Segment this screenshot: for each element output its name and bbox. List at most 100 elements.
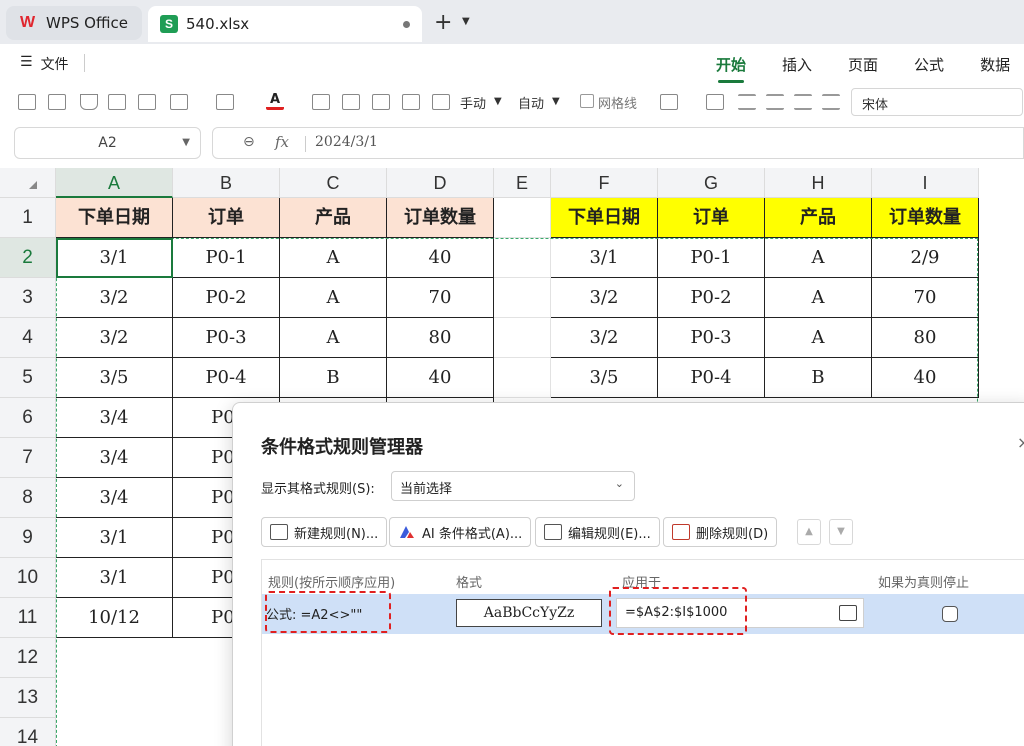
font-name-select[interactable]: 宋体 xyxy=(851,88,1023,116)
ai-format-label: AI 条件格式(A)... xyxy=(422,526,523,542)
formula-value[interactable]: 2024/3/1 xyxy=(315,134,378,150)
edit-rule-label: 编辑规则(E)... xyxy=(568,526,651,542)
select-all-corner[interactable] xyxy=(0,168,56,198)
table-header-cell[interactable]: 订单 xyxy=(658,198,765,238)
name-box[interactable]: A2 ▼ xyxy=(14,127,201,159)
table-header-cell[interactable]: 产品 xyxy=(280,198,387,238)
borders-icon[interactable] xyxy=(170,94,188,110)
row-header-11[interactable]: 11 xyxy=(0,598,56,638)
name-box-value: A2 xyxy=(98,135,117,151)
format-painter-icon[interactable] xyxy=(48,94,66,110)
row-header-12[interactable]: 12 xyxy=(0,638,56,678)
table-header-cell[interactable]: 订单数量 xyxy=(872,198,979,238)
conditional-format-rules-dialog: 条件格式规则管理器 × 显示其格式规则(S): 当前选择 ⌄ 新建规则(N)..… xyxy=(232,402,1024,746)
filter-icon[interactable] xyxy=(80,94,98,110)
empty-cell[interactable] xyxy=(494,198,551,238)
fill-color-icon[interactable] xyxy=(216,94,234,110)
new-rule-label: 新建规则(N)... xyxy=(294,526,379,542)
row-header-13[interactable]: 13 xyxy=(0,678,56,718)
wps-logo-icon: W xyxy=(20,14,36,31)
move-up-icon[interactable]: ▲ xyxy=(797,519,821,545)
gridlines-label: 网格线 xyxy=(598,97,638,112)
close-icon[interactable]: × xyxy=(1017,433,1024,452)
clear-format-icon[interactable] xyxy=(706,94,724,110)
font-color-icon[interactable]: A xyxy=(266,93,284,110)
row-header-3[interactable]: 3 xyxy=(0,278,56,318)
formula-input[interactable]: ⊖ fx 2024/3/1 xyxy=(212,127,1024,159)
conditional-format-icon[interactable] xyxy=(660,94,678,110)
auto-chevron-down-icon[interactable]: ▼ xyxy=(552,96,560,107)
unsaved-dot-icon[interactable] xyxy=(403,21,410,28)
show-rules-chevron-down-icon[interactable]: ⌄ xyxy=(615,477,624,490)
name-box-chevron-down-icon[interactable]: ▼ xyxy=(182,128,190,158)
file-tab-label: 540.xlsx xyxy=(186,15,250,33)
tab-home[interactable]: 开始 xyxy=(716,54,746,83)
auto-calc-dropdown[interactable]: 自动 xyxy=(518,93,544,112)
column-header-a[interactable]: A xyxy=(56,168,173,198)
table-header-cell[interactable]: 订单 xyxy=(173,198,280,238)
tab-formula[interactable]: 公式 xyxy=(914,54,944,75)
align-left-icon[interactable] xyxy=(738,94,756,110)
paste-icon[interactable] xyxy=(18,94,36,110)
merge-icon[interactable] xyxy=(342,94,360,110)
row-header-14[interactable]: 14 xyxy=(0,718,56,746)
column-header-e[interactable]: E xyxy=(494,168,551,198)
table-header-cell[interactable]: 产品 xyxy=(765,198,872,238)
row-header-10[interactable]: 10 xyxy=(0,558,56,598)
wps-office-tab[interactable]: W WPS Office xyxy=(6,6,142,40)
tab-insert[interactable]: 插入 xyxy=(782,54,812,75)
row-header-6[interactable]: 6 xyxy=(0,398,56,438)
delete-rule-button[interactable]: 删除规则(D) xyxy=(663,517,778,547)
align-right-icon[interactable] xyxy=(794,94,812,110)
stop-if-true-checkbox[interactable] xyxy=(942,606,958,622)
gridlines-checkbox[interactable] xyxy=(580,94,594,108)
justify-icon[interactable] xyxy=(822,94,840,110)
fx-icon[interactable]: fx xyxy=(275,133,289,151)
manual-calc-dropdown[interactable]: 手动 xyxy=(460,93,486,112)
file-menu[interactable]: ☰ 文件 xyxy=(20,54,69,74)
column-header-g[interactable]: G xyxy=(658,168,765,198)
wrap-text-icon[interactable] xyxy=(312,94,330,110)
row-header-9[interactable]: 9 xyxy=(0,518,56,558)
row-header-5[interactable]: 5 xyxy=(0,358,56,398)
column-header-f[interactable]: F xyxy=(551,168,658,198)
row-header-8[interactable]: 8 xyxy=(0,478,56,518)
fit-icon[interactable] xyxy=(432,94,450,110)
row-header-4[interactable]: 4 xyxy=(0,318,56,358)
align-center-icon[interactable] xyxy=(766,94,784,110)
menu-divider xyxy=(84,54,85,72)
wps-office-label: WPS Office xyxy=(46,14,128,32)
active-cell[interactable] xyxy=(56,238,173,278)
move-down-icon[interactable]: ▼ xyxy=(829,519,853,545)
freeze-icon[interactable] xyxy=(402,94,420,110)
row-header-1[interactable]: 1 xyxy=(0,198,56,238)
tab-page[interactable]: 页面 xyxy=(848,54,878,75)
tab-data[interactable]: 数据 xyxy=(980,54,1010,75)
column-header-c[interactable]: C xyxy=(280,168,387,198)
sort-desc-icon[interactable] xyxy=(138,94,156,110)
table-header-cell[interactable]: 订单数量 xyxy=(387,198,494,238)
edit-rule-icon xyxy=(544,524,562,540)
new-tab-plus-icon[interactable]: + xyxy=(434,10,452,35)
show-rules-label: 显示其格式规则(S): xyxy=(261,482,375,497)
edit-rule-button[interactable]: 编辑规则(E)... xyxy=(535,517,660,547)
column-header-h[interactable]: H xyxy=(765,168,872,198)
row-header-2[interactable]: 2 xyxy=(0,238,56,278)
sort-asc-icon[interactable] xyxy=(108,94,126,110)
new-tab-chevron-down-icon[interactable]: ▼ xyxy=(462,16,470,27)
manual-chevron-down-icon[interactable]: ▼ xyxy=(494,96,502,107)
range-picker-icon[interactable] xyxy=(839,605,857,621)
column-header-b[interactable]: B xyxy=(173,168,280,198)
ai-format-button[interactable]: AI 条件格式(A)... xyxy=(389,517,532,547)
column-header-d[interactable]: D xyxy=(387,168,494,198)
show-rules-select[interactable]: 当前选择 ⌄ xyxy=(391,471,635,501)
file-tab[interactable]: S 540.xlsx xyxy=(148,6,422,42)
cell-format-icon[interactable] xyxy=(372,94,390,110)
new-rule-button[interactable]: 新建规则(N)... xyxy=(261,517,388,547)
table-header-cell[interactable]: 下单日期 xyxy=(551,198,658,238)
table-header-cell[interactable]: 下单日期 xyxy=(56,198,173,238)
show-rules-value: 当前选择 xyxy=(400,482,453,497)
column-header-i[interactable]: I xyxy=(872,168,979,198)
zoom-icon[interactable]: ⊖ xyxy=(243,134,255,150)
row-header-7[interactable]: 7 xyxy=(0,438,56,478)
